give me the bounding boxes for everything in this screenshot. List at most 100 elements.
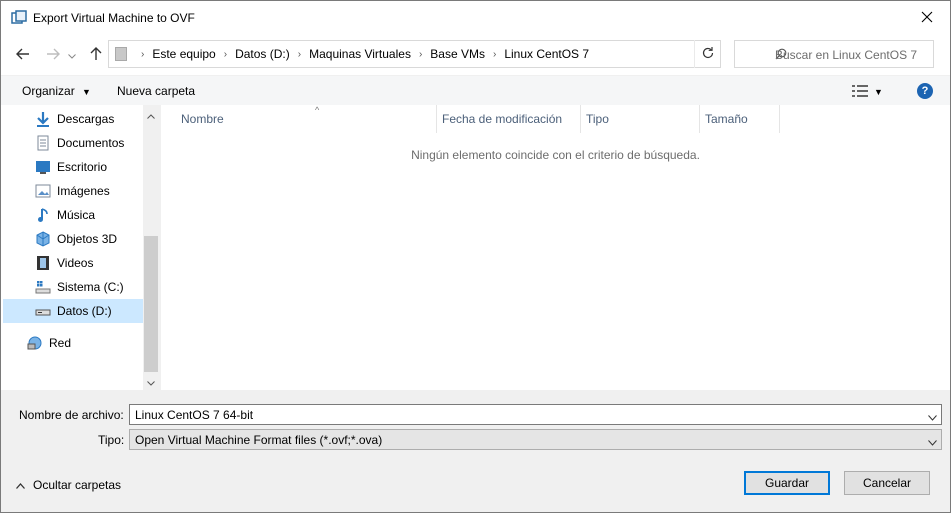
filename-field[interactable]: Linux CentOS 7 64-bit xyxy=(129,404,942,425)
chevron-up-icon xyxy=(16,478,25,492)
navigation-bar: › Este equipo › Datos (D:) › Maquinas Vi… xyxy=(1,35,950,75)
caret-down-icon: ▼ xyxy=(82,87,91,97)
column-header-date[interactable]: Fecha de modificación xyxy=(436,105,581,133)
close-button[interactable] xyxy=(904,1,950,35)
file-list: Nombre ^ Fecha de modificación Tipo Tama… xyxy=(161,105,950,390)
column-header-type[interactable]: Tipo xyxy=(580,105,700,133)
column-label: Fecha de modificación xyxy=(442,112,563,126)
window-title: Export Virtual Machine to OVF xyxy=(33,11,195,25)
sort-caret-up-icon: ^ xyxy=(315,105,320,115)
breadcrumb: › Este equipo › Datos (D:) › Maquinas Vi… xyxy=(133,41,589,67)
pictures-icon xyxy=(35,183,51,199)
desktop-icon xyxy=(35,159,51,175)
file-type-value: Open Virtual Machine Format files (*.ovf… xyxy=(135,433,383,447)
hide-folders-label: Ocultar carpetas xyxy=(33,478,122,492)
chevron-right-icon: › xyxy=(492,48,497,60)
download-icon xyxy=(35,111,51,127)
system-drive-icon xyxy=(35,279,51,295)
nav-item-music[interactable]: Música xyxy=(3,203,143,227)
crumb-this-pc[interactable]: Este equipo xyxy=(152,47,215,61)
arrow-right-icon xyxy=(46,48,60,63)
filename-label: Nombre de archivo: xyxy=(19,408,124,422)
music-icon xyxy=(35,207,51,223)
column-label: Nombre xyxy=(181,112,224,126)
nav-scrollbar[interactable] xyxy=(143,105,159,390)
documents-icon xyxy=(35,135,51,151)
nav-item-pictures[interactable]: Imágenes xyxy=(3,179,143,203)
arrow-up-icon xyxy=(90,46,102,64)
nav-item-label: Escritorio xyxy=(57,160,108,174)
hide-folders-button[interactable]: Ocultar carpetas xyxy=(16,478,121,492)
nav-item-label: Documentos xyxy=(57,136,125,150)
refresh-button[interactable] xyxy=(694,40,720,68)
vmware-app-icon xyxy=(11,10,27,26)
scroll-up-icon[interactable] xyxy=(143,108,159,124)
close-icon xyxy=(921,11,933,26)
new-folder-button[interactable]: Nueva carpeta xyxy=(117,84,195,98)
nav-item-label: Red xyxy=(49,336,72,350)
address-bar[interactable]: › Este equipo › Datos (D:) › Maquinas Vi… xyxy=(108,40,781,68)
nav-item-label: Descargas xyxy=(57,112,115,126)
title-bar: Export Virtual Machine to OVF xyxy=(1,1,950,35)
network-icon xyxy=(27,335,43,351)
recent-locations-button[interactable] xyxy=(65,45,79,65)
help-icon[interactable]: ? xyxy=(917,83,933,99)
save-button[interactable]: Guardar xyxy=(744,471,830,495)
videos-icon xyxy=(35,255,51,271)
nav-item-network[interactable]: Red xyxy=(3,331,143,355)
nav-item-videos[interactable]: Videos xyxy=(3,251,143,275)
scroll-down-icon[interactable] xyxy=(143,375,159,391)
crumb-virtual-machines[interactable]: Maquinas Virtuales xyxy=(309,47,411,61)
column-label: Tipo xyxy=(586,112,609,126)
chevron-down-icon[interactable] xyxy=(928,410,937,424)
column-header-size[interactable]: Tamaño xyxy=(699,105,780,133)
empty-results-message: Ningún elemento coincide con el criterio… xyxy=(411,148,700,162)
forward-button[interactable] xyxy=(43,45,63,65)
nav-item-label: Objetos 3D xyxy=(57,232,118,246)
back-button[interactable] xyxy=(13,45,33,65)
organize-button[interactable]: Organizar ▼ xyxy=(22,84,91,98)
navigation-pane: Descargas Documentos Escritorio Imágenes xyxy=(1,105,159,390)
details-view-icon xyxy=(852,84,868,100)
column-header-name[interactable]: Nombre ^ xyxy=(175,105,437,133)
view-options-button[interactable]: ▼ xyxy=(852,84,892,100)
nav-item-label: Sistema (C:) xyxy=(57,280,124,294)
crumb-data-drive[interactable]: Datos (D:) xyxy=(235,47,290,61)
crumb-linux-centos[interactable]: Linux CentOS 7 xyxy=(504,47,589,61)
nav-item-desktop[interactable]: Escritorio xyxy=(3,155,143,179)
export-ovf-dialog: Export Virtual Machine to OVF › Este equ… xyxy=(0,0,951,513)
nav-item-label: Videos xyxy=(57,256,94,270)
cancel-button[interactable]: Cancelar xyxy=(844,471,930,495)
filename-value: Linux CentOS 7 64-bit xyxy=(135,408,254,422)
organize-label: Organizar xyxy=(22,84,75,98)
caret-down-icon: ▼ xyxy=(874,87,883,97)
nav-item-label: Música xyxy=(57,208,96,222)
crumb-base-vms[interactable]: Base VMs xyxy=(430,47,485,61)
chevron-right-icon: › xyxy=(223,48,228,60)
file-type-select[interactable]: Open Virtual Machine Format files (*.ovf… xyxy=(129,429,942,450)
refresh-icon xyxy=(701,46,715,63)
up-button[interactable] xyxy=(86,45,106,65)
chevron-down-icon[interactable] xyxy=(928,435,937,449)
nav-item-system-drive[interactable]: Sistema (C:) xyxy=(3,275,143,299)
command-bar: Organizar ▼ Nueva carpeta ▼ ? xyxy=(1,75,950,105)
folder-icon xyxy=(115,47,127,61)
chevron-right-icon: › xyxy=(141,48,145,60)
nav-item-documents[interactable]: Documentos xyxy=(3,131,143,155)
search-input[interactable]: Buscar en Linux CentOS 7 xyxy=(734,40,934,68)
scrollbar-thumb[interactable] xyxy=(144,236,158,372)
nav-item-label: Imágenes xyxy=(57,184,110,198)
nav-item-downloads[interactable]: Descargas xyxy=(3,107,143,131)
chevron-right-icon: › xyxy=(418,48,423,60)
chevron-down-icon xyxy=(68,48,76,62)
3d-objects-icon xyxy=(35,231,51,247)
nav-item-data-drive[interactable]: Datos (D:) xyxy=(3,299,143,323)
search-placeholder: Buscar en Linux CentOS 7 xyxy=(775,48,918,62)
nav-item-3d-objects[interactable]: Objetos 3D xyxy=(3,227,143,251)
chevron-right-icon: › xyxy=(297,48,302,60)
nav-item-label: Datos (D:) xyxy=(57,304,112,318)
arrow-left-icon xyxy=(16,48,30,63)
column-label: Tamaño xyxy=(705,112,748,126)
drive-icon xyxy=(35,303,51,319)
type-label: Tipo: xyxy=(98,433,125,447)
